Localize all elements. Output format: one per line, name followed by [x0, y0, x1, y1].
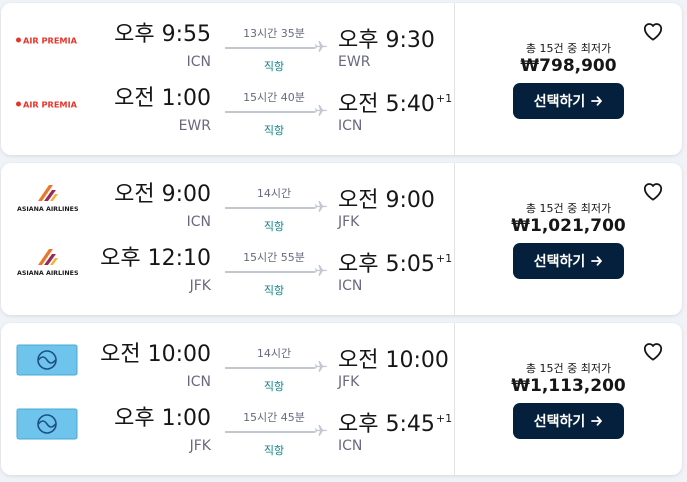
route-line	[225, 271, 315, 273]
departure-time: 오후 1:00	[114, 406, 211, 431]
arrival-airport: JFK	[338, 374, 360, 390]
airplane-icon	[314, 104, 327, 116]
day-offset: +1	[435, 252, 453, 265]
flight-duration: 14시간	[256, 187, 292, 200]
price-value: ₩798,900	[520, 56, 617, 76]
day-offset: +1	[435, 92, 453, 105]
route-line	[225, 111, 315, 113]
arrival-time: 오후 9:30	[338, 28, 435, 53]
stops-label: 직항	[263, 284, 285, 297]
flight-duration: 15시간 40분	[243, 91, 305, 104]
arrow-right-icon	[591, 416, 603, 426]
flight-duration: 14시간	[256, 347, 292, 360]
heart-outline-icon[interactable]	[642, 21, 664, 41]
svg-text:AIR PREMIA: AIR PREMIA	[23, 36, 78, 46]
price-label: 총 15건 중 최저가	[525, 42, 612, 55]
stops-label: 직항	[263, 380, 285, 393]
return-leg: AIR PREMIA 오전 1:00 EWR 15시간 40분 직항 오전 5:…	[1, 75, 454, 139]
korean-air-logo-icon	[16, 407, 82, 441]
price-label: 총 15건 중 최저가	[525, 362, 612, 375]
asiana-airlines-logo-icon: ASIANA AIRLINES	[16, 247, 82, 281]
flight-duration: 15시간 55분	[243, 251, 305, 264]
price-value: ₩1,113,200	[511, 376, 626, 396]
arrival-time: 오전 5:40+1	[338, 92, 453, 117]
airplane-icon	[314, 360, 327, 372]
departure-airport: JFK	[189, 278, 211, 294]
heart-outline-icon[interactable]	[642, 341, 664, 361]
arrival-time: 오전 10:00	[338, 348, 449, 373]
departure-airport: ICN	[186, 214, 211, 230]
airplane-icon	[314, 424, 327, 436]
day-offset: +1	[435, 412, 453, 425]
airplane-icon	[314, 40, 327, 52]
route-line	[225, 367, 315, 369]
air-premia-logo-icon: AIR PREMIA	[16, 87, 82, 121]
arrow-right-icon	[591, 96, 603, 106]
select-button-label: 선택하기	[533, 254, 586, 270]
select-button[interactable]: 선택하기	[513, 403, 624, 439]
departure-time: 오후 12:10	[100, 246, 211, 271]
korean-air-logo-icon	[16, 343, 82, 377]
return-leg: 오후 1:00 JFK 15시간 45분 직항 오후 5:45+1 ICN	[1, 395, 454, 459]
asiana-airlines-logo-icon: ASIANA AIRLINES	[16, 183, 82, 217]
departure-airport: ICN	[186, 54, 211, 70]
arrival-airport: ICN	[338, 438, 363, 454]
price-section: 총 15건 중 최저가 ₩798,900 선택하기	[455, 3, 682, 155]
price-section: 총 15건 중 최저가 ₩1,021,700 선택하기	[455, 163, 682, 315]
select-button[interactable]: 선택하기	[513, 83, 624, 119]
select-button-label: 선택하기	[533, 94, 586, 110]
departure-airport: ICN	[186, 374, 211, 390]
outbound-leg: ASIANA AIRLINES 오전 9:00 ICN 14시간 직항 오전 9…	[1, 171, 454, 235]
return-leg: ASIANA AIRLINES 오후 12:10 JFK 15시간 55분 직항…	[1, 235, 454, 299]
stops-label: 직항	[263, 220, 285, 233]
arrival-airport: EWR	[338, 54, 371, 70]
select-button[interactable]: 선택하기	[513, 243, 624, 279]
departure-time: 오전 10:00	[100, 342, 211, 367]
stops-label: 직항	[263, 124, 285, 137]
arrival-airport: JFK	[338, 214, 360, 230]
route-line	[225, 47, 315, 49]
flight-duration: 15시간 45분	[243, 411, 305, 424]
arrival-time: 오전 9:00	[338, 188, 435, 213]
departure-airport: EWR	[178, 118, 211, 134]
flight-duration: 13시간 35분	[243, 27, 305, 40]
air-premia-logo-icon: AIR PREMIA	[16, 23, 82, 57]
departure-time: 오전 1:00	[114, 86, 211, 111]
arrival-airport: ICN	[338, 118, 363, 134]
stops-label: 직항	[263, 60, 285, 73]
select-button-label: 선택하기	[533, 414, 586, 430]
arrival-time: 오후 5:05+1	[338, 252, 453, 277]
route-line	[225, 207, 315, 209]
price-label: 총 15건 중 최저가	[525, 202, 612, 215]
stops-label: 직항	[263, 444, 285, 457]
svg-text:AIR PREMIA: AIR PREMIA	[23, 100, 78, 110]
arrival-airport: ICN	[338, 278, 363, 294]
departure-time: 오전 9:00	[114, 182, 211, 207]
flight-card-1[interactable]: AIR PREMIA 오후 9:55 ICN 13시간 35분 직항 오후 9:…	[1, 3, 682, 155]
outbound-leg: 오전 10:00 ICN 14시간 직항 오전 10:00 JFK	[1, 331, 454, 395]
airplane-icon	[314, 200, 327, 212]
flight-card-2[interactable]: ASIANA AIRLINES 오전 9:00 ICN 14시간 직항 오전 9…	[1, 163, 682, 315]
arrival-time: 오후 5:45+1	[338, 412, 453, 437]
svg-text:ASIANA AIRLINES: ASIANA AIRLINES	[17, 206, 79, 213]
price-section: 총 15건 중 최저가 ₩1,113,200 선택하기	[455, 323, 682, 475]
outbound-leg: AIR PREMIA 오후 9:55 ICN 13시간 35분 직항 오후 9:…	[1, 11, 454, 75]
flight-card-3[interactable]: 오전 10:00 ICN 14시간 직항 오전 10:00 JFK 오후 1:0…	[1, 323, 682, 475]
price-value: ₩1,021,700	[511, 216, 626, 236]
departure-time: 오후 9:55	[114, 22, 211, 47]
departure-airport: JFK	[189, 438, 211, 454]
route-line	[225, 431, 315, 433]
airplane-icon	[314, 264, 327, 276]
arrow-right-icon	[591, 256, 603, 266]
heart-outline-icon[interactable]	[642, 181, 664, 201]
svg-text:ASIANA AIRLINES: ASIANA AIRLINES	[17, 270, 79, 277]
